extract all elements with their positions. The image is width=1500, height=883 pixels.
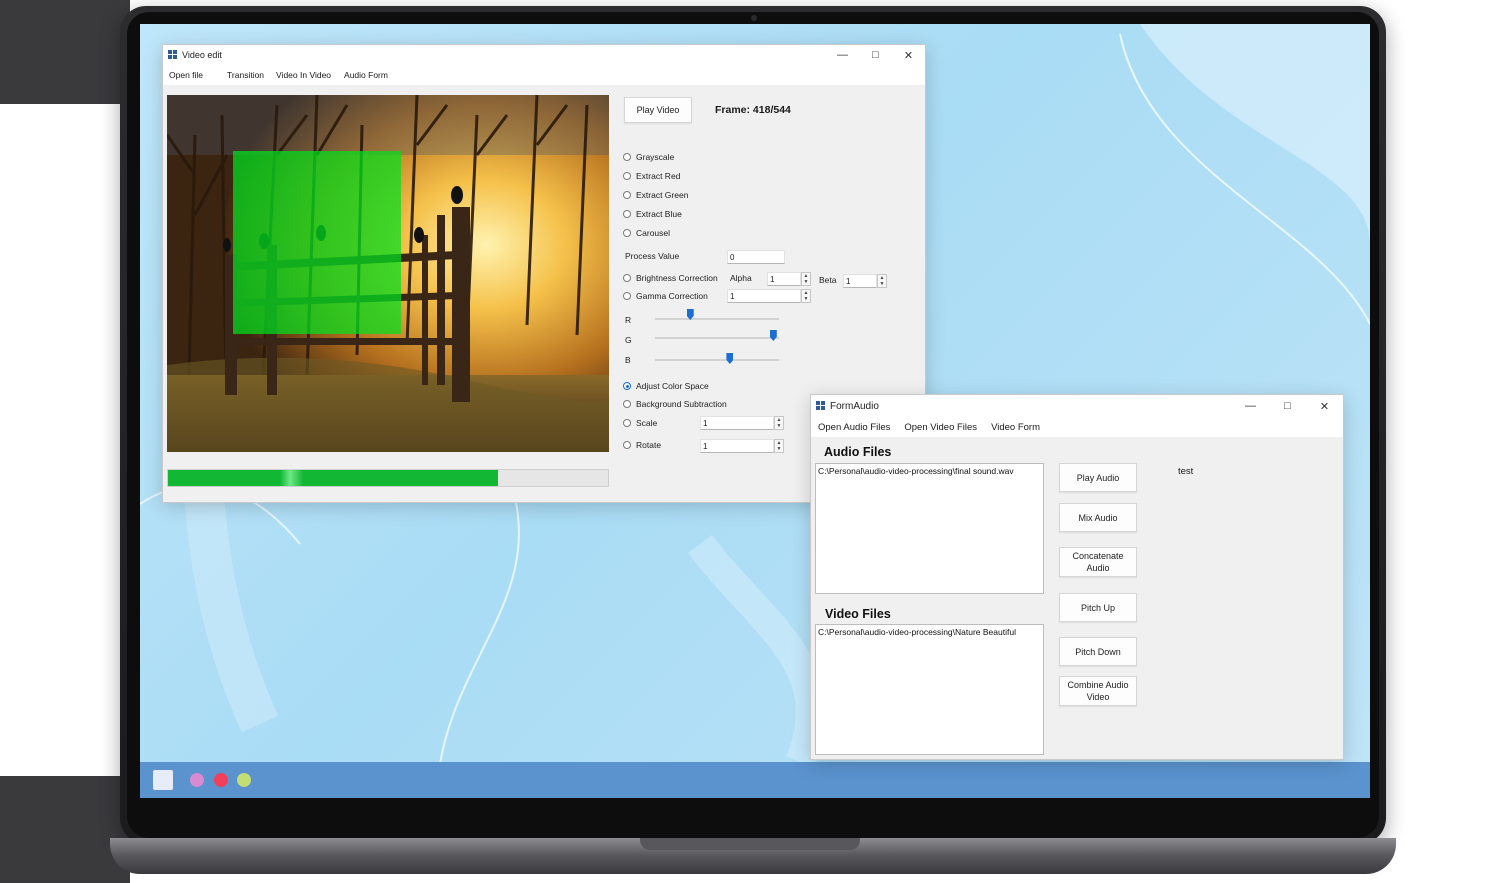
taskbar-app-2-icon[interactable] [214, 773, 228, 787]
extract-blue-label: Extract Blue [636, 209, 682, 219]
video-menubar: Open file Transition Video In Video Audi… [163, 65, 925, 85]
slider-b-thumb[interactable] [726, 353, 734, 364]
gamma-spinner[interactable]: ▲ ▼ [801, 289, 811, 303]
close-icon[interactable]: ✕ [892, 49, 925, 62]
app-icon [168, 50, 178, 60]
rotate-label: Rotate [636, 440, 662, 450]
gamma-input[interactable]: 1 [727, 289, 801, 303]
extract-red-radio[interactable] [623, 172, 631, 180]
concatenate-audio-button[interactable]: Concatenate Audio [1059, 547, 1137, 577]
adjust-color-space-radio[interactable] [623, 382, 631, 390]
slider-g-track[interactable] [655, 337, 779, 339]
form-audio-window: FormAudio — □ ✕ Open Audio Files Open Vi… [810, 394, 1344, 760]
maximize-icon[interactable]: □ [859, 49, 892, 62]
rotate-input[interactable]: 1 [700, 439, 774, 453]
scale-label: Scale [636, 418, 658, 428]
adjust-color-space-label: Adjust Color Space [636, 381, 709, 391]
camera-icon [751, 15, 757, 21]
alpha-label: Alpha [730, 273, 752, 283]
carousel-label: Carousel [636, 228, 671, 238]
beta-label: Beta [819, 275, 837, 285]
carousel-radio[interactable] [623, 229, 631, 237]
background-subtraction-label: Background Subtraction [636, 399, 727, 409]
list-item[interactable]: C:\Personal\audio-video-processing\final… [818, 466, 1041, 476]
gamma-correction-label: Gamma Correction [636, 291, 708, 301]
grayscale-label: Grayscale [636, 152, 675, 162]
video-frame [167, 95, 609, 452]
scale-radio[interactable] [623, 419, 631, 427]
combine-audio-video-button[interactable]: Combine Audio Video [1059, 676, 1137, 706]
scale-spinner[interactable]: ▲ ▼ [774, 416, 784, 430]
extract-green-label: Extract Green [636, 190, 689, 200]
scale-input[interactable]: 1 [700, 416, 774, 430]
window-title: FormAudio [830, 400, 879, 412]
menu-open-video-files[interactable]: Open Video Files [904, 422, 977, 433]
extract-blue-radio[interactable] [623, 210, 631, 218]
audio-files-title: Audio Files [824, 445, 892, 459]
menu-video-form[interactable]: Video Form [991, 422, 1040, 433]
start-button[interactable] [153, 770, 173, 790]
audio-window-titlebar: FormAudio — □ ✕ [811, 395, 1343, 417]
beta-spinner[interactable]: ▲ ▼ [877, 274, 887, 288]
extract-red-label: Extract Red [636, 171, 681, 181]
status-text: test [1178, 466, 1194, 477]
page-background-panel [0, 104, 130, 776]
slider-g-thumb[interactable] [769, 330, 777, 341]
audio-files-list[interactable]: C:\Personal\audio-video-processing\final… [815, 463, 1044, 594]
slider-b-label: B [625, 355, 631, 365]
rotate-radio[interactable] [623, 441, 631, 449]
video-window-titlebar: Video edit — □ ✕ [163, 45, 925, 65]
window-title: Video edit [182, 50, 222, 60]
menu-audio-form[interactable]: Audio Form [344, 70, 388, 80]
slider-r-track[interactable] [655, 318, 779, 320]
video-frame-image [167, 95, 609, 452]
close-icon[interactable]: ✕ [1306, 400, 1343, 413]
green-overlay-region [233, 151, 401, 334]
rotate-spinner[interactable]: ▲ ▼ [774, 439, 784, 453]
extract-green-radio[interactable] [623, 191, 631, 199]
grayscale-radio[interactable] [623, 153, 631, 161]
minimize-icon[interactable]: — [1232, 400, 1269, 413]
pitch-down-button[interactable]: Pitch Down [1059, 637, 1137, 666]
alpha-spinner[interactable]: ▲ ▼ [801, 272, 811, 286]
slider-g-label: G [625, 335, 632, 345]
brightness-correction-label: Brightness Correction [636, 273, 718, 283]
frame-counter: Frame: 418/544 [715, 104, 791, 116]
video-files-title: Video Files [825, 607, 891, 621]
process-value-label: Process Value [625, 251, 680, 261]
brightness-correction-radio[interactable] [623, 274, 631, 282]
menu-video-in-video[interactable]: Video In Video [276, 70, 331, 80]
video-files-list[interactable]: C:\Personal\audio-video-processing\Natur… [815, 624, 1044, 755]
play-video-button[interactable]: Play Video [624, 97, 692, 123]
audio-menubar: Open Audio Files Open Video Files Video … [811, 417, 1343, 437]
play-audio-button[interactable]: Play Audio [1059, 463, 1137, 492]
taskbar-app-1-icon[interactable] [190, 773, 204, 787]
mix-audio-button[interactable]: Mix Audio [1059, 503, 1137, 532]
list-item[interactable]: C:\Personal\audio-video-processing\Natur… [818, 627, 1041, 637]
slider-r-label: R [625, 315, 632, 325]
beta-input[interactable]: 1 [843, 274, 877, 288]
app-icon [816, 401, 826, 411]
taskbar [140, 762, 1370, 798]
laptop-edge-top [0, 0, 130, 104]
menu-transition[interactable]: Transition [227, 70, 264, 80]
laptop-edge-bottom [0, 776, 130, 883]
laptop-notch [640, 838, 860, 850]
menu-open-audio-files[interactable]: Open Audio Files [818, 422, 890, 433]
gamma-correction-radio[interactable] [623, 292, 631, 300]
progress-fill [168, 470, 498, 486]
alpha-input[interactable]: 1 [767, 272, 801, 286]
minimize-icon[interactable]: — [826, 49, 859, 62]
playback-progress-bar [167, 469, 609, 487]
menu-open-file[interactable]: Open file [169, 70, 203, 80]
process-value-input[interactable]: 0 [727, 250, 785, 264]
taskbar-app-3-icon[interactable] [237, 773, 251, 787]
desktop-screen: Video edit — □ ✕ Open file Transition Vi… [140, 24, 1370, 798]
pitch-up-button[interactable]: Pitch Up [1059, 593, 1137, 622]
background-subtraction-radio[interactable] [623, 400, 631, 408]
slider-b-track[interactable] [655, 359, 779, 361]
maximize-icon[interactable]: □ [1269, 400, 1306, 413]
